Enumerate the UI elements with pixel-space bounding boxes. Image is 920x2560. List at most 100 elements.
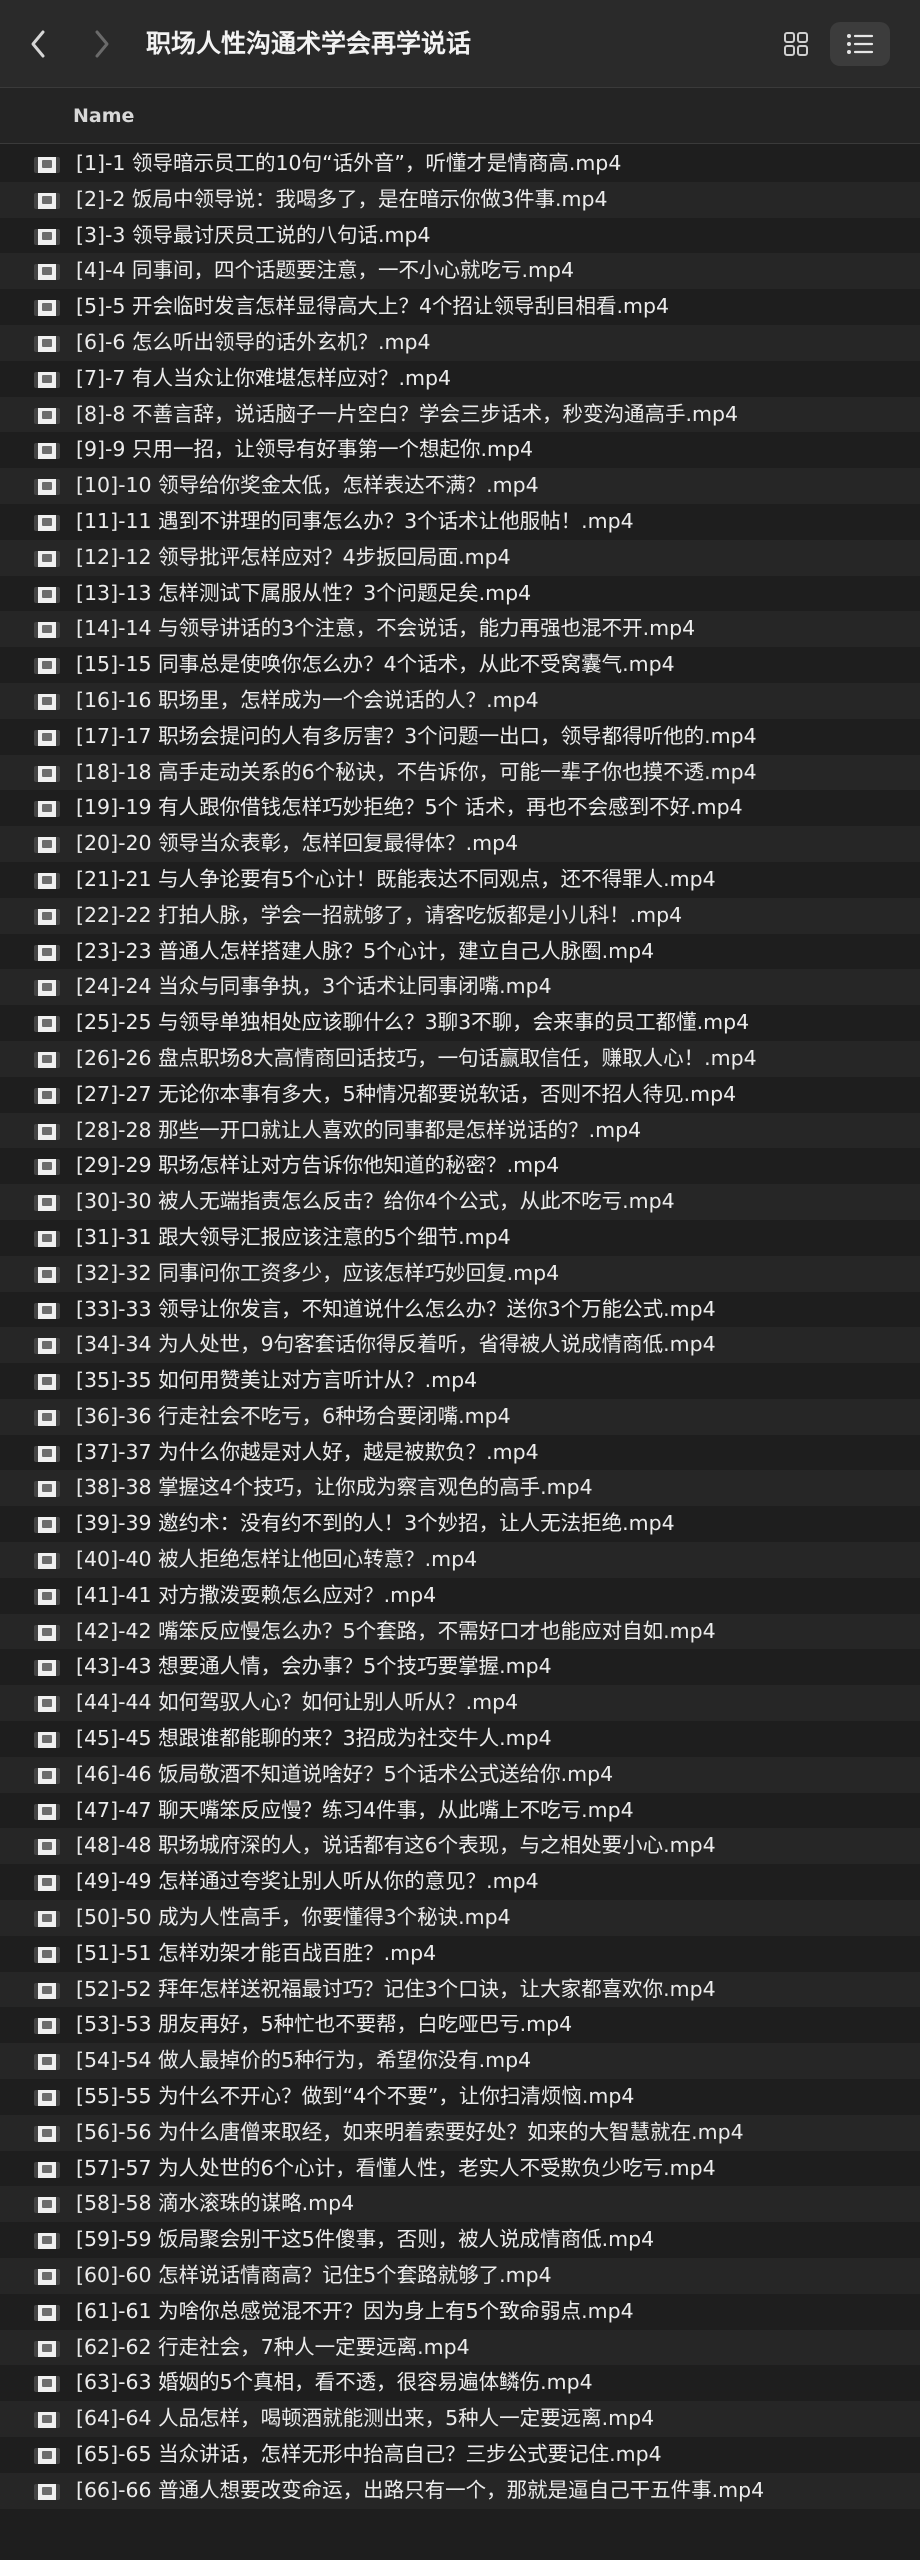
file-name: [10]-10 领导给你奖金太低，怎样表达不满？.mp4 bbox=[76, 473, 539, 498]
file-row[interactable]: [6]-6 怎么听出领导的话外玄机？.mp4 bbox=[0, 324, 920, 361]
file-row[interactable]: [14]-14 与领导讲话的3个注意，不会说话，能力再强也混不开.mp4 bbox=[0, 611, 920, 648]
video-file-icon bbox=[34, 300, 60, 317]
file-row[interactable]: [53]-53 朋友再好，5种忙也不要帮，白吃哑巴亏.mp4 bbox=[0, 2007, 920, 2044]
file-row[interactable]: [2]-2 饭局中领导说：我喝多了，是在暗示你做3件事.mp4 bbox=[0, 181, 920, 218]
file-row[interactable]: [46]-46 饭局敬酒不知道说啥好？5个话术公式送给你.mp4 bbox=[0, 1756, 920, 1793]
file-row[interactable]: [41]-41 对方撒泼耍赖怎么应对？.mp4 bbox=[0, 1577, 920, 1614]
file-row[interactable]: [47]-47 聊天嘴笨反应慢？练习4件事，从此嘴上不吃亏.mp4 bbox=[0, 1792, 920, 1829]
file-row[interactable]: [24]-24 当众与同事争执，3个话术让同事闭嘴.mp4 bbox=[0, 969, 920, 1006]
file-name: [29]-29 职场怎样让对方告诉你他知道的秘密？.mp4 bbox=[76, 1153, 560, 1178]
file-row[interactable]: [49]-49 怎样通过夸奖让别人听从你的意见？.mp4 bbox=[0, 1864, 920, 1901]
video-file-icon bbox=[34, 1230, 60, 1247]
name-column-header[interactable]: Name bbox=[73, 102, 134, 130]
file-row[interactable]: [9]-9 只用一招，让领导有好事第一个想起你.mp4 bbox=[0, 432, 920, 469]
file-name: [22]-22 打拍人脉，学会一招就够了，请客吃饭都是小儿科！.mp4 bbox=[76, 902, 683, 927]
file-row[interactable]: [4]-4 同事间，四个话题要注意，一不小心就吃亏.mp4 bbox=[0, 253, 920, 290]
file-row[interactable]: [12]-12 领导批评怎样应对？4步扳回局面.mp4 bbox=[0, 539, 920, 576]
file-name: [32]-32 同事问你工资多少，应该怎样巧妙回复.mp4 bbox=[76, 1260, 560, 1285]
file-name: [47]-47 聊天嘴笨反应慢？练习4件事，从此嘴上不吃亏.mp4 bbox=[76, 1797, 634, 1822]
file-row[interactable]: [39]-39 邀约术：没有约不到的人！3个妙招，让人无法拒绝.mp4 bbox=[0, 1506, 920, 1543]
file-row[interactable]: [55]-55 为什么不开心？做到“4个不要”，让你扫清烦恼.mp4 bbox=[0, 2079, 920, 2115]
file-row[interactable]: [8]-8 不善言辞，说话脑子一片空白？学会三步话术，秒变沟通高手.mp4 bbox=[0, 396, 920, 433]
file-row[interactable]: [36]-36 行走社会不吃亏，6种场合要闭嘴.mp4 bbox=[0, 1398, 920, 1435]
file-row[interactable]: [52]-52 拜年怎样送祝福最讨巧？记住3个口诀，让大家都喜欢你.mp4 bbox=[0, 1971, 920, 2008]
file-row[interactable]: [16]-16 职场里，怎样成为一个会说话的人？.mp4 bbox=[0, 682, 920, 719]
file-row[interactable]: [61]-61 为啥你总感觉混不开？因为身上有5个致命弱点.mp4 bbox=[0, 2293, 920, 2330]
file-row[interactable]: [18]-18 高手走动关系的6个秘诀，不告诉你，可能一辈子你也摸不透.mp4 bbox=[0, 754, 920, 791]
file-row[interactable]: [63]-63 婚姻的5个真相，看不透，很容易遍体鳞伤.mp4 bbox=[0, 2365, 920, 2402]
file-row[interactable]: [23]-23 普通人怎样搭建人脉？5个心计，建立自己人脉圈.mp4 bbox=[0, 933, 920, 970]
file-row[interactable]: [13]-13 怎样测试下属服从性？3个问题足矣.mp4 bbox=[0, 575, 920, 612]
file-name: [37]-37 为什么你越是对人好，越是被欺负？.mp4 bbox=[76, 1439, 539, 1464]
file-row[interactable]: [40]-40 被人拒绝怎样让他回心转意？.mp4 bbox=[0, 1542, 920, 1578]
grid-view-button[interactable] bbox=[766, 22, 826, 66]
file-row[interactable]: [19]-19 有人跟你借钱怎样巧妙拒绝？5个 话术，再也不会感到不好.mp4 bbox=[0, 790, 920, 827]
file-name: [66]-66 普通人想要改变命运，出路只有一个，那就是逼自己干五件事.mp4 bbox=[76, 2477, 765, 2502]
file-row[interactable]: [17]-17 职场会提问的人有多厉害？3个问题一出口，领导都得听他的.mp4 bbox=[0, 718, 920, 755]
file-row[interactable]: [38]-38 掌握这4个技巧，让你成为察言观色的高手.mp4 bbox=[0, 1470, 920, 1507]
file-row[interactable]: [33]-33 领导让你发言，不知道说什么怎么办？送你3个万能公式.mp4 bbox=[0, 1291, 920, 1328]
file-row[interactable]: [48]-48 职场城府深的人，说话都有这6个表现，与之相处要小心.mp4 bbox=[0, 1828, 920, 1865]
file-row[interactable]: [65]-65 当众讲话，怎样无形中抬高自己？三步公式要记住.mp4 bbox=[0, 2437, 920, 2473]
video-file-icon bbox=[34, 1123, 60, 1140]
file-row[interactable]: [25]-25 与领导单独相处应该聊什么？3聊3不聊，会来事的员工都懂.mp4 bbox=[0, 1005, 920, 1041]
video-file-icon bbox=[34, 1481, 60, 1498]
file-name: [54]-54 做人最掉价的5种行为，希望你没有.mp4 bbox=[76, 2048, 532, 2073]
file-row[interactable]: [22]-22 打拍人脉，学会一招就够了，请客吃饭都是小儿科！.mp4 bbox=[0, 897, 920, 934]
file-row[interactable]: [10]-10 领导给你奖金太低，怎样表达不满？.mp4 bbox=[0, 468, 920, 504]
file-row[interactable]: [64]-64 人品怎样，喝顿酒就能测出来，5种人一定要远离.mp4 bbox=[0, 2401, 920, 2437]
file-name: [3]-3 领导最讨厌员工说的八句话.mp4 bbox=[76, 222, 431, 247]
file-name: [21]-21 与人争论要有5个心计！既能表达不同观点，还不得罪人.mp4 bbox=[76, 866, 716, 891]
file-row[interactable]: [1]-1 领导暗示员工的10句“话外音”，听懂才是情商高.mp4 bbox=[0, 146, 920, 182]
file-row[interactable]: [30]-30 被人无端指责怎么反击？给你4个公式，从此不吃亏.mp4 bbox=[0, 1184, 920, 1220]
back-button[interactable] bbox=[20, 22, 56, 66]
file-name: [57]-57 为人处世的6个心计，看懂人性，老实人不受欺负少吃亏.mp4 bbox=[76, 2155, 716, 2180]
file-row[interactable]: [62]-62 行走社会，7种人一定要远离.mp4 bbox=[0, 2329, 920, 2366]
file-name: [16]-16 职场里，怎样成为一个会说话的人？.mp4 bbox=[76, 687, 539, 712]
video-file-icon bbox=[34, 1982, 60, 1999]
video-file-icon bbox=[34, 2233, 60, 2250]
video-file-icon bbox=[34, 586, 60, 603]
chevron-left-icon bbox=[31, 30, 45, 58]
file-row[interactable]: [5]-5 开会临时发言怎样显得高大上？4个招让领导刮目相看.mp4 bbox=[0, 289, 920, 325]
file-row[interactable]: [7]-7 有人当众让你难堪怎样应对？.mp4 bbox=[0, 360, 920, 397]
file-row[interactable]: [57]-57 为人处世的6个心计，看懂人性，老实人不受欺负少吃亏.mp4 bbox=[0, 2150, 920, 2187]
file-row[interactable]: [37]-37 为什么你越是对人好，越是被欺负？.mp4 bbox=[0, 1434, 920, 1471]
file-name: [34]-34 为人处世，9句客套话你得反着听，省得被人说成情商低.mp4 bbox=[76, 1332, 716, 1357]
file-row[interactable]: [43]-43 想要通人情，会办事？5个技巧要掌握.mp4 bbox=[0, 1649, 920, 1686]
file-row[interactable]: [26]-26 盘点职场8大高情商回话技巧，一句话赢取信任，赚取人心！.mp4 bbox=[0, 1040, 920, 1077]
list-view-button[interactable] bbox=[830, 22, 890, 66]
file-row[interactable]: [59]-59 饭局聚会别干这5件傻事，否则，被人说成情商低.mp4 bbox=[0, 2222, 920, 2259]
file-row[interactable]: [29]-29 职场怎样让对方告诉你他知道的秘密？.mp4 bbox=[0, 1148, 920, 1185]
file-row[interactable]: [45]-45 想跟谁都能聊的来？3招成为社交牛人.mp4 bbox=[0, 1721, 920, 1757]
file-row[interactable]: [3]-3 领导最讨厌员工说的八句话.mp4 bbox=[0, 217, 920, 254]
file-row[interactable]: [42]-42 嘴笨反应慢怎么办？5个套路，不需好口才也能应对自如.mp4 bbox=[0, 1613, 920, 1650]
video-file-icon bbox=[34, 872, 60, 889]
file-row[interactable]: [56]-56 为什么唐僧来取经，如来明着索要好处？如来的大智慧就在.mp4 bbox=[0, 2114, 920, 2151]
file-row[interactable]: [50]-50 成为人性高手，你要懂得3个秘诀.mp4 bbox=[0, 1900, 920, 1936]
file-row[interactable]: [60]-60 怎样说话情商高？记住5个套路就够了.mp4 bbox=[0, 2258, 920, 2294]
file-name: [52]-52 拜年怎样送祝福最讨巧？记住3个口诀，让大家都喜欢你.mp4 bbox=[76, 1976, 716, 2001]
file-row[interactable]: [32]-32 同事问你工资多少，应该怎样巧妙回复.mp4 bbox=[0, 1255, 920, 1292]
file-row[interactable]: [21]-21 与人争论要有5个心计！既能表达不同观点，还不得罪人.mp4 bbox=[0, 861, 920, 898]
file-row[interactable]: [15]-15 同事总是使唤你怎么办？4个话术，从此不受窝囊气.mp4 bbox=[0, 647, 920, 683]
file-name: [53]-53 朋友再好，5种忙也不要帮，白吃哑巴亏.mp4 bbox=[76, 2012, 573, 2037]
video-file-icon bbox=[34, 1767, 60, 1784]
file-row[interactable]: [44]-44 如何驾驭人心？如何让别人听从？.mp4 bbox=[0, 1685, 920, 1722]
file-row[interactable]: [28]-28 那些一开口就让人喜欢的同事都是怎样说话的？.mp4 bbox=[0, 1112, 920, 1149]
file-row[interactable]: [54]-54 做人最掉价的5种行为，希望你没有.mp4 bbox=[0, 2043, 920, 2080]
forward-button[interactable] bbox=[84, 22, 120, 66]
file-row[interactable]: [31]-31 跟大领导汇报应该注意的5个细节.mp4 bbox=[0, 1219, 920, 1256]
file-row[interactable]: [11]-11 遇到不讲理的同事怎么办？3个话术让他服帖！.mp4 bbox=[0, 503, 920, 540]
file-row[interactable]: [51]-51 怎样劝架才能百战百胜？.mp4 bbox=[0, 1935, 920, 1972]
video-file-icon bbox=[34, 1517, 60, 1534]
video-file-icon bbox=[34, 157, 60, 173]
file-name: [65]-65 当众讲话，怎样无形中抬高自己？三步公式要记住.mp4 bbox=[76, 2442, 662, 2466]
file-row[interactable]: [66]-66 普通人想要改变命运，出路只有一个，那就是逼自己干五件事.mp4 bbox=[0, 2472, 920, 2509]
file-row[interactable]: [35]-35 如何用赞美让对方言听计从？.mp4 bbox=[0, 1363, 920, 1399]
video-file-icon bbox=[34, 2483, 60, 2500]
file-row[interactable]: [20]-20 领导当众表彰，怎样回复最得体？.mp4 bbox=[0, 826, 920, 862]
file-row[interactable]: [27]-27 无论你本事有多大，5种情况都要说软话，否则不招人待见.mp4 bbox=[0, 1076, 920, 1113]
file-row[interactable]: [34]-34 为人处世，9句客套话你得反着听，省得被人说成情商低.mp4 bbox=[0, 1327, 920, 1364]
file-row[interactable]: [58]-58 滴水滚珠的谋略.mp4 bbox=[0, 2186, 920, 2223]
